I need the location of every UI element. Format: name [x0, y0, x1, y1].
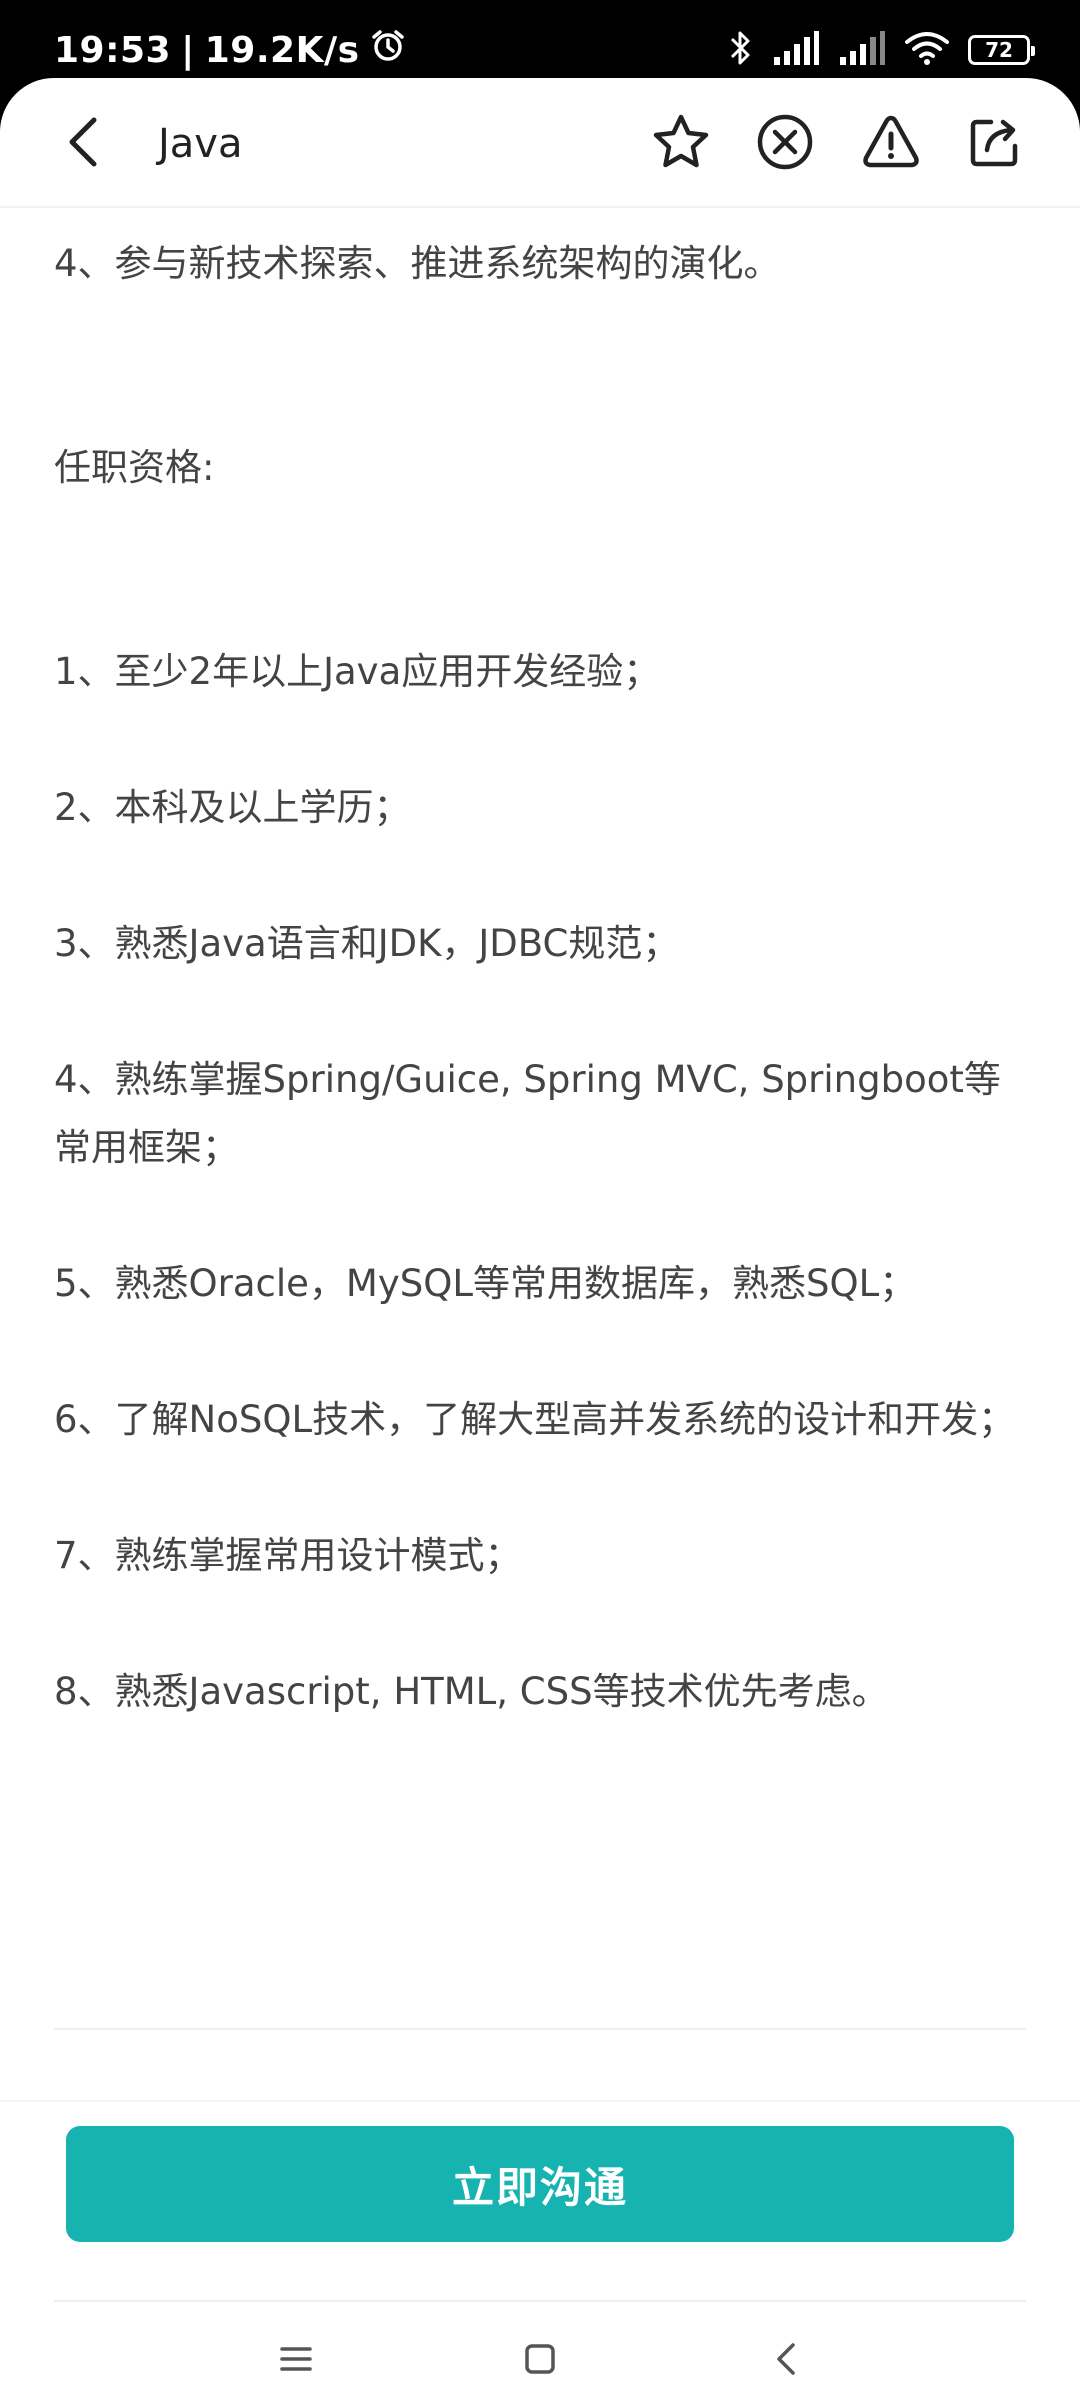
page-title: Java	[158, 121, 243, 167]
nav-menu-button[interactable]	[261, 2326, 331, 2396]
chevron-left-icon	[64, 114, 104, 174]
report-button[interactable]	[858, 111, 924, 177]
job-detail-sheet: Java 4、参与新技术探索、推进系统架构的演化。 任职资格: 1、至少2年以上…	[0, 78, 1080, 2400]
content-divider	[54, 2028, 1026, 2030]
signal-icon-2	[838, 29, 886, 71]
nav-divider	[54, 2300, 1026, 2302]
requirement-item: 2、本科及以上学历；	[54, 786, 411, 829]
close-circle-icon	[755, 112, 815, 176]
share-icon	[965, 112, 1025, 176]
nav-back-button[interactable]	[751, 2326, 821, 2396]
job-description: 4、参与新技术探索、推进系统架构的演化。 任职资格: 1、至少2年以上Java应…	[54, 230, 1026, 1726]
share-button[interactable]	[962, 111, 1028, 177]
requirement-item: 5、熟悉Oracle，MySQL等常用数据库，熟悉SQL；	[54, 1262, 917, 1305]
nav-home-button[interactable]	[505, 2326, 575, 2396]
signal-icon	[772, 29, 820, 71]
chat-now-button[interactable]: 立即沟通	[66, 2126, 1014, 2242]
requirement-item: 3、熟悉Java语言和JDK，JDBC规范；	[54, 922, 680, 965]
description-line: 4、参与新技术探索、推进系统架构的演化。	[54, 242, 781, 285]
status-time: 19:53	[54, 29, 172, 71]
status-net-speed: 19.2K/s	[204, 29, 360, 71]
bottom-action-area: 立即沟通	[0, 2100, 1080, 2400]
menu-icon	[279, 2344, 313, 2378]
triangle-back-icon	[771, 2341, 801, 2381]
status-separator: |	[181, 29, 195, 71]
requirement-item: 4、熟练掌握Spring/Guice, Spring MVC, Springbo…	[54, 1058, 1001, 1169]
warning-icon	[860, 112, 922, 176]
star-icon	[651, 112, 711, 176]
wifi-icon	[904, 30, 950, 70]
requirement-item: 6、了解NoSQL技术，了解大型高并发系统的设计和开发；	[54, 1398, 1016, 1441]
dismiss-button[interactable]	[752, 111, 818, 177]
back-button[interactable]	[52, 112, 116, 176]
bluetooth-icon	[728, 28, 754, 72]
requirement-item: 8、熟悉Javascript, HTML, CSS等技术优先考虑。	[54, 1670, 889, 1713]
requirement-item: 1、至少2年以上Java应用开发经验；	[54, 650, 661, 693]
status-left: 19:53 | 19.2K/s	[54, 24, 406, 76]
favorite-button[interactable]	[648, 111, 714, 177]
alarm-icon	[370, 28, 406, 73]
top-app-bar: Java	[0, 78, 1080, 208]
square-icon	[523, 2342, 557, 2380]
requirement-item: 7、熟练掌握常用设计模式；	[54, 1534, 522, 1577]
battery-indicator: 72	[968, 35, 1035, 65]
requirements-heading: 任职资格:	[54, 446, 215, 489]
status-right: 72	[728, 24, 1035, 76]
